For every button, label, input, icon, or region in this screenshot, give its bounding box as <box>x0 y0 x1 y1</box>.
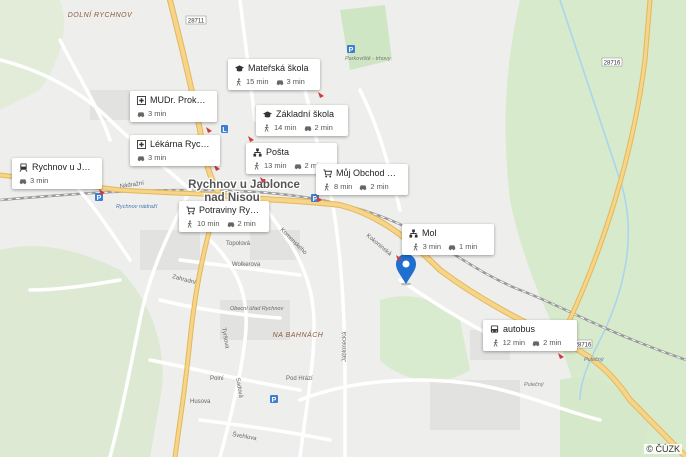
post-icon <box>253 147 262 157</box>
walk-icon <box>493 338 498 347</box>
car-time: 2 min <box>370 182 389 191</box>
walk-time: 14 min <box>274 123 297 132</box>
place-name: Můj Obchod potr... <box>336 168 401 178</box>
walk-icon <box>324 182 329 191</box>
place-name: autobus <box>503 324 536 334</box>
place-card-mudr-prokes[interactable]: MUDr. Prokeš Ant... 3 min <box>130 91 217 122</box>
street-label: Polní <box>210 376 224 382</box>
svg-text:P: P <box>272 397 277 404</box>
car-icon <box>532 340 540 346</box>
place-name: Mateřská škola <box>248 63 309 73</box>
shop-icon <box>323 168 332 178</box>
parking-icon: P <box>270 395 278 404</box>
road-shield-label: 28716 <box>575 343 592 349</box>
map-canvas[interactable]: 28711 28716 28716 Rychnov u Jablonce nad… <box>0 0 686 457</box>
place-name: Rychnov u Jablon... <box>32 162 95 172</box>
svg-text:P: P <box>97 195 102 202</box>
place-name: Lékárna Rychnov <box>150 139 213 149</box>
car-icon <box>304 125 311 131</box>
place-name: Potraviny Rychnov <box>199 205 262 215</box>
road-shield-label: 28716 <box>604 61 621 67</box>
town-label-line1: Rychnov u Jablonce <box>188 179 300 191</box>
parking-icon: L <box>221 125 228 134</box>
place-card-lekarna-rychnov[interactable]: Lékárna Rychnov 3 min <box>130 135 220 166</box>
car-icon <box>137 111 145 117</box>
car-time: 2 min <box>237 219 256 228</box>
street-label: Jablonecká <box>342 331 348 362</box>
walk-time: 3 min <box>422 242 441 251</box>
car-time: 2 min <box>543 338 562 347</box>
walk-time: 15 min <box>246 77 269 86</box>
place-card-potraviny-rychnov[interactable]: Potraviny Rychnov 10 min 2 min <box>179 201 269 232</box>
walk-icon <box>254 161 259 170</box>
copyright-label: © ČÚZK <box>644 444 682 454</box>
car-icon <box>276 79 283 85</box>
walk-icon <box>187 219 192 228</box>
poi-label: Parkoviště - trhovy <box>345 56 392 62</box>
car-icon <box>294 163 301 169</box>
place-name: MUDr. Prokeš Ant... <box>150 95 210 105</box>
walk-time: 13 min <box>264 161 287 170</box>
walk-time: 10 min <box>197 219 220 228</box>
car-time: 3 min <box>148 153 167 162</box>
car-time: 1 min <box>459 242 478 251</box>
district-label-bottom: NA BAHNÁCH <box>273 330 324 339</box>
walk-icon <box>264 123 269 132</box>
place-card-muj-obchod[interactable]: Můj Obchod potr... 8 min 2 min <box>316 164 408 195</box>
poi-label: Obecní úřad Rychnov <box>230 306 284 312</box>
place-name: Základní škola <box>276 109 335 119</box>
car-icon <box>137 155 145 161</box>
place-card-autobus[interactable]: autobus 12 min 2 min <box>483 320 577 351</box>
post-icon <box>409 228 418 238</box>
shop-icon <box>186 205 195 215</box>
place-name: Pošta <box>266 147 290 157</box>
place-card-materska-skola[interactable]: Mateřská škola 15 min 3 min <box>228 59 320 90</box>
place-card-mol[interactable]: Mol 3 min 1 min <box>402 224 494 255</box>
medical-icon <box>137 139 146 149</box>
bus-icon <box>490 324 499 333</box>
walk-time: 8 min <box>334 182 353 191</box>
place-name: Mol <box>422 228 437 238</box>
district-label-top: DOLNÍ RYCHNOV <box>68 10 133 19</box>
walk-icon <box>236 77 241 86</box>
street-label: Topolová <box>226 241 251 247</box>
car-time: 3 min <box>30 176 49 185</box>
poi-label: Pulečný <box>584 357 605 363</box>
car-icon <box>19 178 27 184</box>
svg-text:L: L <box>222 127 227 134</box>
street-label: Pod Hrází <box>286 376 313 382</box>
walk-time: 12 min <box>502 338 526 347</box>
car-time: 3 min <box>148 109 167 118</box>
car-time: 3 min <box>286 77 305 86</box>
svg-text:P: P <box>349 47 354 54</box>
medical-icon <box>137 95 146 105</box>
school-icon <box>263 110 272 117</box>
street-label: Wolkerova <box>232 262 261 268</box>
car-icon <box>227 221 234 227</box>
poi-label: Rychnov nádraží <box>116 204 158 210</box>
road-shield-top-label: 28711 <box>188 19 205 25</box>
train-icon <box>19 162 28 172</box>
place-card-rychnov-nadrazi[interactable]: Rychnov u Jablon... 3 min <box>12 158 102 189</box>
school-icon <box>235 64 244 71</box>
street-label: Husova <box>190 399 211 405</box>
poi-label: Pulečný <box>524 382 545 388</box>
parking-icon: P <box>347 45 355 54</box>
car-time: 2 min <box>314 123 333 132</box>
car-icon <box>448 244 456 250</box>
walk-icon <box>413 242 418 251</box>
place-card-zakladni-skola[interactable]: Základní škola 14 min 2 min <box>256 105 348 136</box>
car-icon <box>360 184 367 190</box>
